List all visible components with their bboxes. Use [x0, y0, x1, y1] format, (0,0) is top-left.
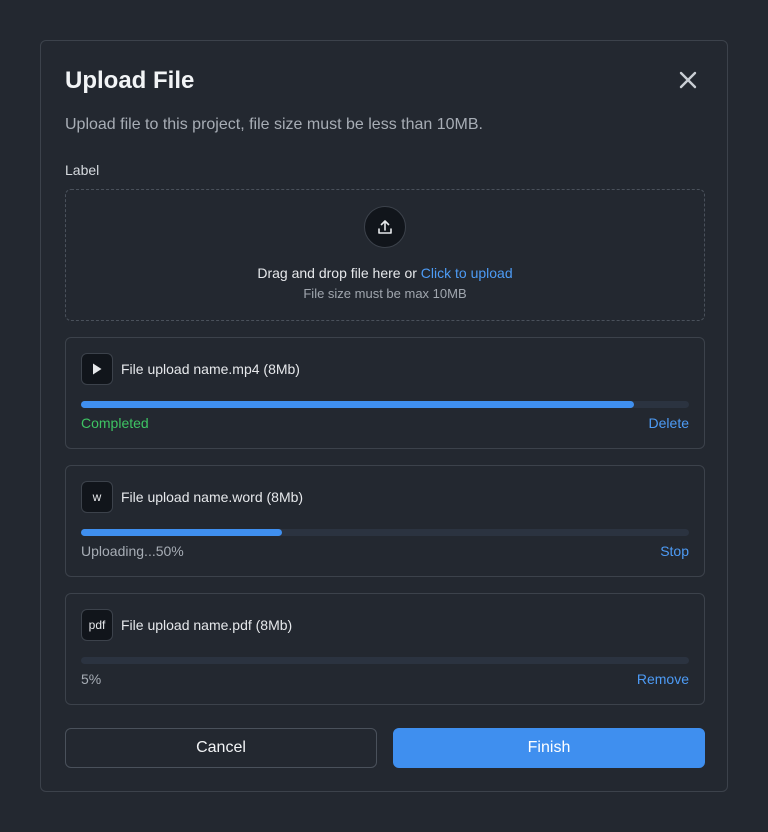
file-status: Uploading...50% [81, 543, 184, 559]
progress-fill [81, 401, 635, 408]
progress-track [81, 657, 689, 664]
field-label: Label [65, 162, 100, 178]
dialog-title: Upload File [65, 67, 195, 94]
progress-track [81, 401, 689, 408]
dialog-subtitle: Upload file to this project, file size m… [65, 116, 483, 133]
delete-link[interactable]: Delete [649, 415, 689, 431]
stop-link[interactable]: Stop [660, 543, 689, 559]
file-item: w File upload name.word (8Mb) Uploading.… [65, 465, 705, 577]
dropzone-text: Drag and drop file here or Click to uplo… [66, 265, 704, 281]
cancel-button[interactable]: Cancel [65, 728, 377, 768]
upload-icon [364, 206, 406, 248]
dropzone-hint: File size must be max 10MB [303, 286, 467, 301]
file-dropzone[interactable]: Drag and drop file here or Click to uplo… [65, 189, 705, 321]
file-item: File upload name.mp4 (8Mb) Completed Del… [65, 337, 705, 449]
progress-fill [81, 529, 282, 536]
upload-file-dialog: Upload File Upload file to this project,… [40, 40, 728, 792]
file-name: File upload name.mp4 (8Mb) [121, 361, 300, 377]
remove-link[interactable]: Remove [637, 671, 689, 687]
close-icon[interactable] [677, 69, 699, 91]
word-icon: w [81, 481, 113, 513]
play-icon [81, 353, 113, 385]
pdf-icon: pdf [81, 609, 113, 641]
finish-button[interactable]: Finish [393, 728, 705, 768]
file-item: pdf File upload name.pdf (8Mb) 5% Remove [65, 593, 705, 705]
progress-track [81, 529, 689, 536]
click-to-upload-link[interactable]: Click to upload [421, 265, 513, 281]
file-name: File upload name.pdf (8Mb) [121, 617, 293, 633]
file-name: File upload name.word (8Mb) [121, 489, 304, 505]
file-status: 5% [81, 671, 102, 687]
dropzone-instruction: Drag and drop file here or [257, 265, 421, 281]
file-status: Completed [81, 415, 149, 431]
